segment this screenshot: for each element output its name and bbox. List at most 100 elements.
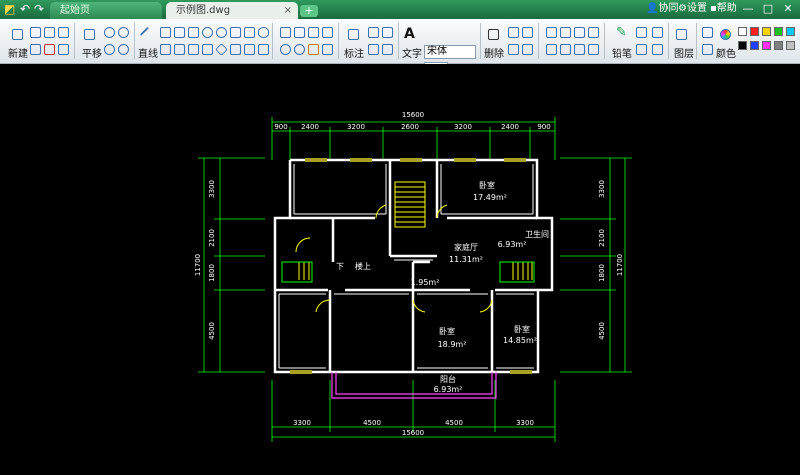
open-file-icon[interactable] <box>30 27 41 38</box>
close-tab-icon[interactable]: × <box>284 2 292 19</box>
angle-dim-icon[interactable] <box>368 44 379 55</box>
overall-width-bottom: 15600 <box>402 429 424 437</box>
new-file-icon[interactable] <box>12 29 23 40</box>
diamond-icon[interactable] <box>215 43 228 56</box>
trapezoid-icon[interactable] <box>230 44 241 55</box>
export-icon[interactable] <box>58 44 69 55</box>
windows <box>290 158 532 374</box>
help-button[interactable]: ▪帮助 <box>710 2 737 16</box>
rotate-icon[interactable] <box>280 44 291 55</box>
paste-icon[interactable] <box>522 27 533 38</box>
circle-icon[interactable] <box>202 27 213 38</box>
cloud-icon[interactable] <box>574 44 585 55</box>
cut-icon[interactable] <box>508 44 519 55</box>
add-tab-button[interactable]: + <box>300 5 318 17</box>
collab-button[interactable]: 👤协同 <box>646 2 678 16</box>
save-as-icon[interactable] <box>58 27 69 38</box>
trim-icon[interactable] <box>294 27 305 38</box>
chart-icon[interactable] <box>652 27 663 38</box>
ellipse-arc-icon[interactable] <box>244 44 255 55</box>
tab-start-page[interactable]: 起始页 <box>50 2 162 19</box>
tab-start-page-label: 起始页 <box>60 5 90 16</box>
settings-label: 设置 <box>686 3 707 14</box>
color-swatch[interactable] <box>750 41 759 50</box>
zoom-in-icon[interactable] <box>104 27 115 38</box>
hexagon-icon[interactable] <box>188 44 199 55</box>
parallelogram-icon[interactable] <box>202 44 213 55</box>
rounded-rect-icon[interactable] <box>244 27 255 38</box>
lineweight-icon[interactable] <box>702 44 713 55</box>
zoom-extents-icon[interactable] <box>118 44 129 55</box>
color-swatch[interactable] <box>786 27 795 36</box>
color-swatch[interactable] <box>774 27 783 36</box>
stair-down-label: 下 <box>336 262 344 271</box>
layers-icon[interactable] <box>676 29 687 40</box>
dimension-icon[interactable] <box>348 29 359 40</box>
radius-dim-icon[interactable] <box>382 44 393 55</box>
color-wheel-icon[interactable] <box>720 29 731 40</box>
triangle-icon[interactable] <box>160 44 171 55</box>
offset-icon[interactable] <box>280 27 291 38</box>
minimize-button[interactable]: — <box>738 1 758 17</box>
print-icon[interactable] <box>30 44 41 55</box>
save-icon[interactable] <box>44 27 55 38</box>
rectangle-icon[interactable] <box>230 27 241 38</box>
circle-2p-icon[interactable] <box>216 27 227 38</box>
separator <box>338 23 339 59</box>
ortho-icon[interactable] <box>574 27 585 38</box>
close-window-button[interactable]: ✕ <box>778 1 798 17</box>
arc-icon[interactable] <box>174 27 185 38</box>
polar-icon[interactable] <box>588 27 599 38</box>
ellipse-icon[interactable] <box>258 27 269 38</box>
drawing-canvas[interactable]: 15600 900 2400 3200 2600 3200 2400 900 3… <box>0 64 800 475</box>
scale-icon[interactable] <box>294 44 305 55</box>
pan-icon[interactable] <box>84 29 95 40</box>
linear-dim-icon[interactable] <box>368 27 379 38</box>
color-swatch[interactable] <box>786 41 795 50</box>
spline-icon[interactable] <box>188 27 199 38</box>
color-swatch[interactable] <box>774 41 783 50</box>
note-icon[interactable] <box>636 44 647 55</box>
line-icon[interactable] <box>139 26 156 43</box>
pdf-icon[interactable] <box>44 44 55 55</box>
polyline-icon[interactable] <box>160 27 171 38</box>
font-family-select[interactable]: 宋体 <box>424 45 476 59</box>
color-swatch[interactable] <box>762 27 771 36</box>
hatch-icon[interactable] <box>308 44 319 55</box>
linetype-icon[interactable] <box>702 27 713 38</box>
pentagon-icon[interactable] <box>174 44 185 55</box>
grid-icon[interactable] <box>560 27 571 38</box>
text-label: 文字 <box>402 49 422 60</box>
undo-icon[interactable]: ↶ <box>20 3 30 16</box>
fillet-icon[interactable] <box>322 27 333 38</box>
compare-icon[interactable] <box>588 44 599 55</box>
measure-icon[interactable] <box>546 44 557 55</box>
tab-drawing[interactable]: 示例图.dwg × <box>166 2 298 19</box>
zoom-out-icon[interactable] <box>118 27 129 38</box>
arrow-icon[interactable] <box>258 44 269 55</box>
color-swatch[interactable] <box>750 27 759 36</box>
maximize-button[interactable]: □ <box>758 1 778 17</box>
area-icon[interactable] <box>560 44 571 55</box>
settings-button[interactable]: ⚙设置 <box>678 2 707 16</box>
aligned-dim-icon[interactable] <box>382 27 393 38</box>
top-dim: 2600 <box>401 123 419 131</box>
pencil-icon[interactable]: ✎ <box>616 25 627 40</box>
zoom-window-icon[interactable] <box>104 44 115 55</box>
room-name: 家庭厅 <box>454 242 478 252</box>
copy-icon[interactable] <box>508 27 519 38</box>
color-swatch[interactable] <box>738 27 747 36</box>
image-icon[interactable] <box>636 27 647 38</box>
extend-icon[interactable] <box>308 27 319 38</box>
redo-icon[interactable]: ↷ <box>34 3 44 16</box>
balcony <box>331 372 497 399</box>
block-icon[interactable] <box>322 44 333 55</box>
color-swatch[interactable] <box>738 41 747 50</box>
color-swatch[interactable] <box>762 41 771 50</box>
eraser-icon[interactable] <box>488 29 499 40</box>
text-tool-icon[interactable]: A <box>404 26 415 42</box>
bottom-dim: 4500 <box>363 419 381 427</box>
layout-icon[interactable] <box>652 44 663 55</box>
match-prop-icon[interactable] <box>522 44 533 55</box>
snap-icon[interactable] <box>546 27 557 38</box>
